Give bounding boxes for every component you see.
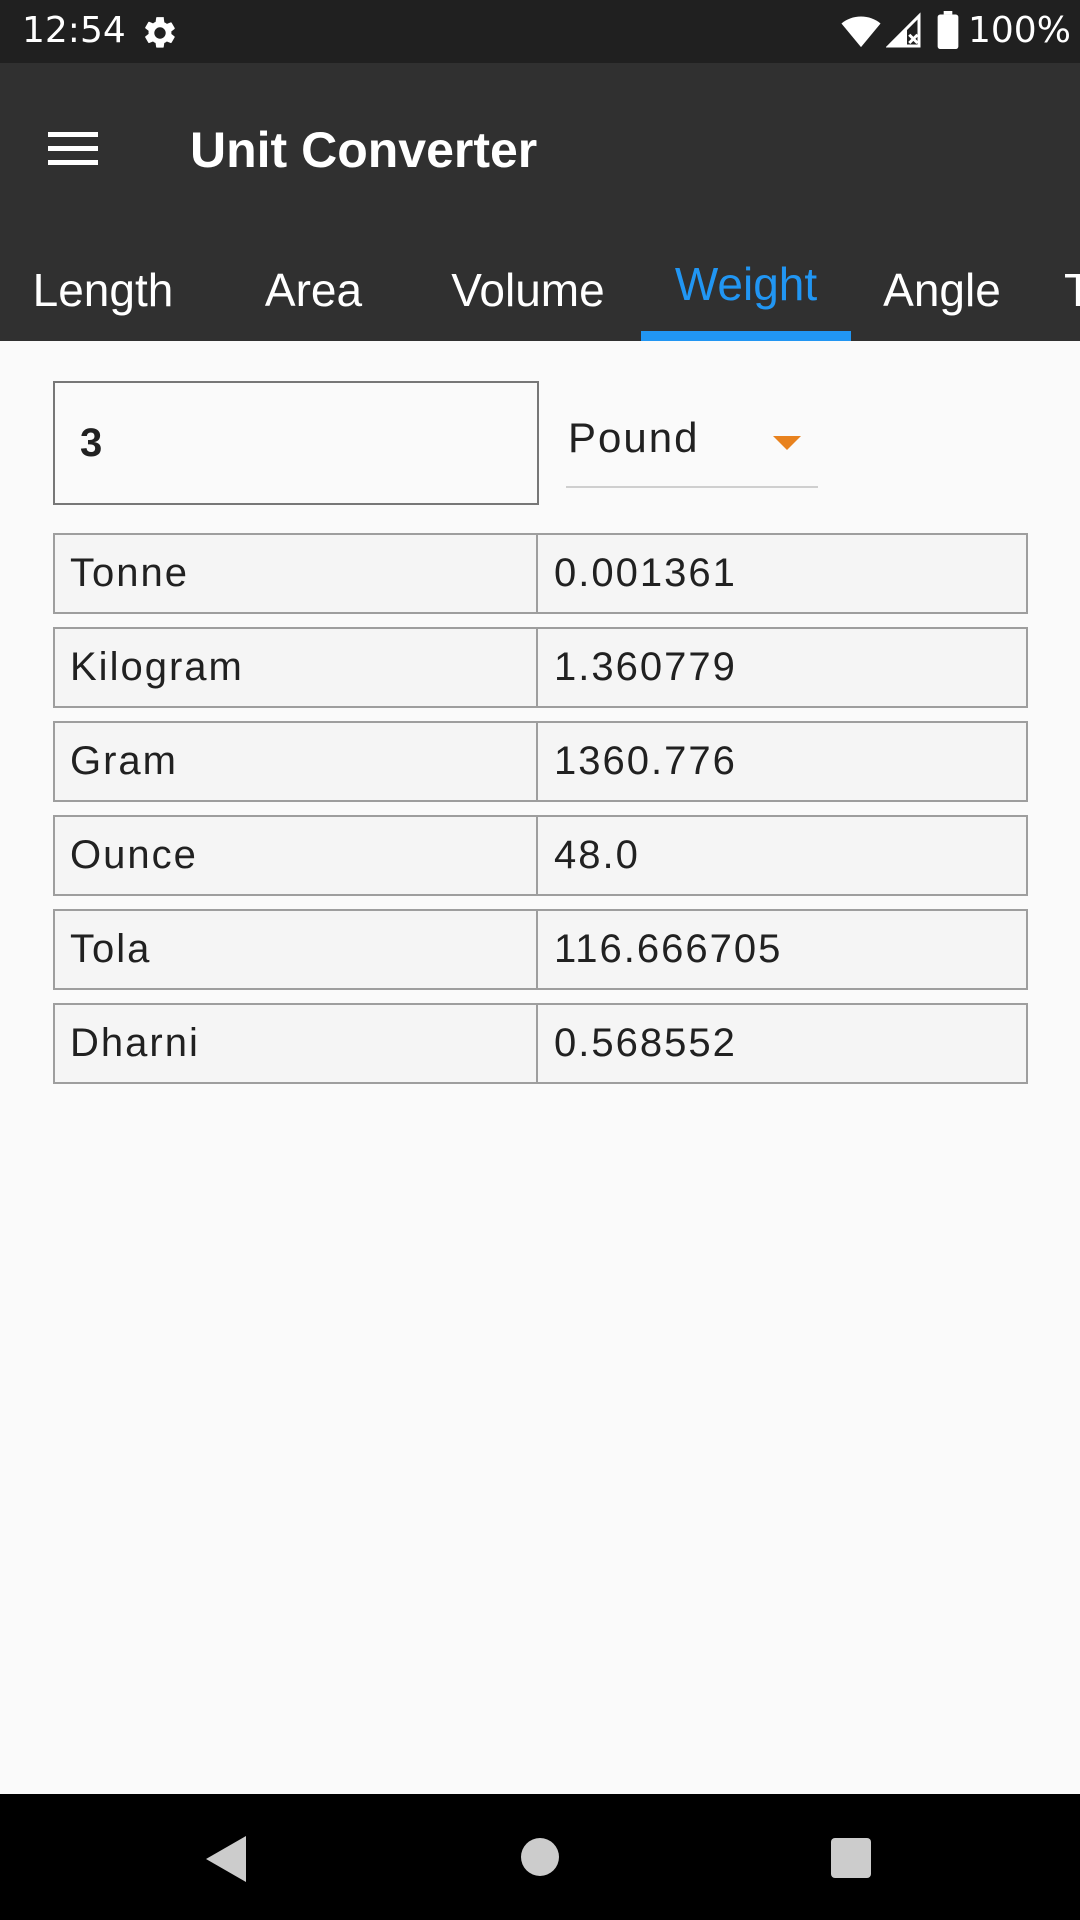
unit-dropdown[interactable]: Pound <box>566 398 818 488</box>
table-row: Tola 116.666705 <box>53 909 1028 990</box>
selected-unit: Pound <box>568 414 700 461</box>
result-unit: Tonne <box>55 535 538 612</box>
battery-percent: 100% <box>968 10 1071 51</box>
results-table: Tonne 0.001361 Kilogram 1.360779 Gram 13… <box>53 533 1028 1097</box>
wifi-icon <box>841 16 881 48</box>
result-value: 48.0 <box>554 833 640 877</box>
app-title: Unit Converter <box>190 122 538 178</box>
tab-partial[interactable]: T <box>1064 238 1080 341</box>
result-unit: Gram <box>55 723 538 800</box>
menu-button[interactable] <box>30 105 116 191</box>
result-unit: Ounce <box>55 817 538 894</box>
value-input[interactable] <box>53 381 539 505</box>
tab-weight[interactable]: Weight <box>641 238 851 335</box>
table-row: Ounce 48.0 <box>53 815 1028 896</box>
recents-icon[interactable] <box>831 1838 871 1878</box>
status-bar: 12:54 100% <box>0 0 1080 63</box>
result-value: 0.001361 <box>554 551 737 595</box>
tab-length[interactable]: Length <box>0 238 206 341</box>
hamburger-menu-icon <box>48 132 98 165</box>
tab-bar: Length Area Volume Weight Angle T <box>0 238 1080 341</box>
screen: 12:54 100% Unit Converter Length Area Vo… <box>0 0 1080 1920</box>
home-icon[interactable] <box>521 1838 559 1876</box>
result-unit: Kilogram <box>55 629 538 706</box>
result-value: 0.568552 <box>554 1021 737 1065</box>
navigation-bar <box>0 1794 1080 1920</box>
table-row: Gram 1360.776 <box>53 721 1028 802</box>
tab-angle[interactable]: Angle <box>868 238 1016 341</box>
gear-icon <box>145 17 175 48</box>
result-unit: Tola <box>55 911 538 988</box>
table-row: Kilogram 1.360779 <box>53 627 1028 708</box>
table-row: Dharni 0.568552 <box>53 1003 1028 1084</box>
table-row: Tonne 0.001361 <box>53 533 1028 614</box>
battery-icon <box>937 11 959 49</box>
result-value: 1360.776 <box>554 739 737 783</box>
dropdown-arrow-icon <box>773 436 801 450</box>
tab-indicator <box>641 331 851 341</box>
status-time: 12:54 <box>22 10 126 51</box>
result-value: 116.666705 <box>554 927 783 971</box>
signal-icon <box>886 12 921 48</box>
back-icon[interactable] <box>206 1836 246 1882</box>
tab-volume[interactable]: Volume <box>430 238 626 341</box>
tab-area[interactable]: Area <box>213 238 414 341</box>
result-unit: Dharni <box>55 1005 538 1082</box>
result-value: 1.360779 <box>554 645 737 689</box>
